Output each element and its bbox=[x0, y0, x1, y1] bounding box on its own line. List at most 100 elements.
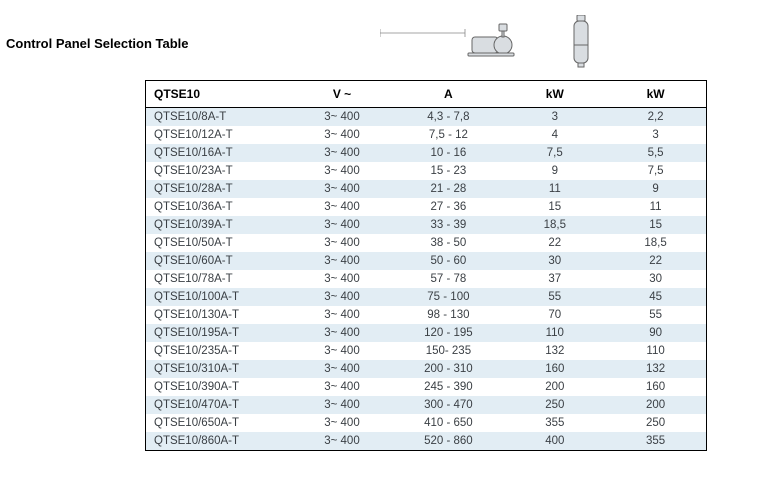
cell-voltage: 3~ 400 bbox=[292, 288, 393, 306]
cell-amps: 15 - 23 bbox=[392, 162, 504, 180]
cell-kw2: 355 bbox=[605, 432, 706, 450]
cell-voltage: 3~ 400 bbox=[292, 270, 393, 288]
cell-kw1: 22 bbox=[504, 234, 605, 252]
cell-model: QTSE10/50A-T bbox=[146, 234, 292, 252]
cell-kw2: 18,5 bbox=[605, 234, 706, 252]
cell-model: QTSE10/130A-T bbox=[146, 306, 292, 324]
table-body: QTSE10/8A-T3~ 4004,3 - 7,832,2QTSE10/12A… bbox=[146, 108, 706, 451]
cell-kw1: 11 bbox=[504, 180, 605, 198]
cell-kw2: 3 bbox=[605, 126, 706, 144]
table-header-row: QTSE10 V ~ A kW kW bbox=[146, 81, 706, 108]
cell-kw1: 3 bbox=[504, 108, 605, 127]
cell-model: QTSE10/100A-T bbox=[146, 288, 292, 306]
cell-voltage: 3~ 400 bbox=[292, 414, 393, 432]
cell-kw1: 400 bbox=[504, 432, 605, 450]
cell-voltage: 3~ 400 bbox=[292, 396, 393, 414]
header-model: QTSE10 bbox=[146, 81, 292, 108]
header-kw2: kW bbox=[605, 81, 706, 108]
cell-amps: 410 - 650 bbox=[392, 414, 504, 432]
cell-kw2: 2,2 bbox=[605, 108, 706, 127]
page-title: Control Panel Selection Table bbox=[6, 36, 189, 51]
cell-voltage: 3~ 400 bbox=[292, 342, 393, 360]
cell-kw1: 7,5 bbox=[504, 144, 605, 162]
cell-voltage: 3~ 400 bbox=[292, 234, 393, 252]
cell-amps: 21 - 28 bbox=[392, 180, 504, 198]
cell-kw1: 15 bbox=[504, 198, 605, 216]
cell-amps: 50 - 60 bbox=[392, 252, 504, 270]
cell-amps: 33 - 39 bbox=[392, 216, 504, 234]
cell-amps: 98 - 130 bbox=[392, 306, 504, 324]
horizontal-pump-icon bbox=[468, 24, 514, 56]
cell-voltage: 3~ 400 bbox=[292, 360, 393, 378]
cell-amps: 120 - 195 bbox=[392, 324, 504, 342]
cell-kw2: 250 bbox=[605, 414, 706, 432]
cell-kw1: 250 bbox=[504, 396, 605, 414]
cell-kw2: 22 bbox=[605, 252, 706, 270]
cell-amps: 200 - 310 bbox=[392, 360, 504, 378]
cell-voltage: 3~ 400 bbox=[292, 378, 393, 396]
table-row: QTSE10/235A-T3~ 400150- 235132110 bbox=[146, 342, 706, 360]
cell-model: QTSE10/78A-T bbox=[146, 270, 292, 288]
cell-voltage: 3~ 400 bbox=[292, 324, 393, 342]
cell-model: QTSE10/36A-T bbox=[146, 198, 292, 216]
cell-model: QTSE10/39A-T bbox=[146, 216, 292, 234]
cell-kw2: 11 bbox=[605, 198, 706, 216]
cell-model: QTSE10/235A-T bbox=[146, 342, 292, 360]
cell-kw1: 132 bbox=[504, 342, 605, 360]
cell-kw2: 45 bbox=[605, 288, 706, 306]
cell-model: QTSE10/860A-T bbox=[146, 432, 292, 450]
cell-amps: 4,3 - 7,8 bbox=[392, 108, 504, 127]
cell-model: QTSE10/650A-T bbox=[146, 414, 292, 432]
header-amps: A bbox=[392, 81, 504, 108]
table-row: QTSE10/12A-T3~ 4007,5 - 1243 bbox=[146, 126, 706, 144]
cell-kw2: 9 bbox=[605, 180, 706, 198]
table-row: QTSE10/8A-T3~ 4004,3 - 7,832,2 bbox=[146, 108, 706, 127]
table-row: QTSE10/78A-T3~ 40057 - 783730 bbox=[146, 270, 706, 288]
cell-amps: 300 - 470 bbox=[392, 396, 504, 414]
cell-kw1: 200 bbox=[504, 378, 605, 396]
cell-kw2: 110 bbox=[605, 342, 706, 360]
cell-kw2: 90 bbox=[605, 324, 706, 342]
cell-voltage: 3~ 400 bbox=[292, 162, 393, 180]
header-icons bbox=[380, 15, 680, 70]
cell-voltage: 3~ 400 bbox=[292, 198, 393, 216]
cell-model: QTSE10/23A-T bbox=[146, 162, 292, 180]
table-row: QTSE10/860A-T3~ 400520 - 860400355 bbox=[146, 432, 706, 450]
cell-kw1: 160 bbox=[504, 360, 605, 378]
cell-kw1: 18,5 bbox=[504, 216, 605, 234]
cell-model: QTSE10/390A-T bbox=[146, 378, 292, 396]
cell-model: QTSE10/28A-T bbox=[146, 180, 292, 198]
cell-amps: 57 - 78 bbox=[392, 270, 504, 288]
cell-voltage: 3~ 400 bbox=[292, 306, 393, 324]
cell-kw2: 7,5 bbox=[605, 162, 706, 180]
cell-kw1: 110 bbox=[504, 324, 605, 342]
cell-kw2: 200 bbox=[605, 396, 706, 414]
cell-kw2: 30 bbox=[605, 270, 706, 288]
table-row: QTSE10/310A-T3~ 400200 - 310160132 bbox=[146, 360, 706, 378]
cell-model: QTSE10/60A-T bbox=[146, 252, 292, 270]
header-kw1: kW bbox=[504, 81, 605, 108]
cell-model: QTSE10/310A-T bbox=[146, 360, 292, 378]
table-row: QTSE10/36A-T3~ 40027 - 361511 bbox=[146, 198, 706, 216]
cell-kw2: 55 bbox=[605, 306, 706, 324]
cell-voltage: 3~ 400 bbox=[292, 126, 393, 144]
table-row: QTSE10/28A-T3~ 40021 - 28119 bbox=[146, 180, 706, 198]
cell-kw1: 30 bbox=[504, 252, 605, 270]
cell-model: QTSE10/12A-T bbox=[146, 126, 292, 144]
cell-kw2: 5,5 bbox=[605, 144, 706, 162]
table-row: QTSE10/650A-T3~ 400410 - 650355250 bbox=[146, 414, 706, 432]
table-row: QTSE10/16A-T3~ 40010 - 167,55,5 bbox=[146, 144, 706, 162]
cell-kw1: 355 bbox=[504, 414, 605, 432]
table-row: QTSE10/195A-T3~ 400120 - 19511090 bbox=[146, 324, 706, 342]
cell-amps: 38 - 50 bbox=[392, 234, 504, 252]
cell-amps: 520 - 860 bbox=[392, 432, 504, 450]
cell-voltage: 3~ 400 bbox=[292, 144, 393, 162]
cell-amps: 150- 235 bbox=[392, 342, 504, 360]
cell-amps: 27 - 36 bbox=[392, 198, 504, 216]
cell-kw2: 160 bbox=[605, 378, 706, 396]
table-row: QTSE10/130A-T3~ 40098 - 1307055 bbox=[146, 306, 706, 324]
cell-model: QTSE10/195A-T bbox=[146, 324, 292, 342]
cell-voltage: 3~ 400 bbox=[292, 252, 393, 270]
cell-kw1: 70 bbox=[504, 306, 605, 324]
table-row: QTSE10/50A-T3~ 40038 - 502218,5 bbox=[146, 234, 706, 252]
